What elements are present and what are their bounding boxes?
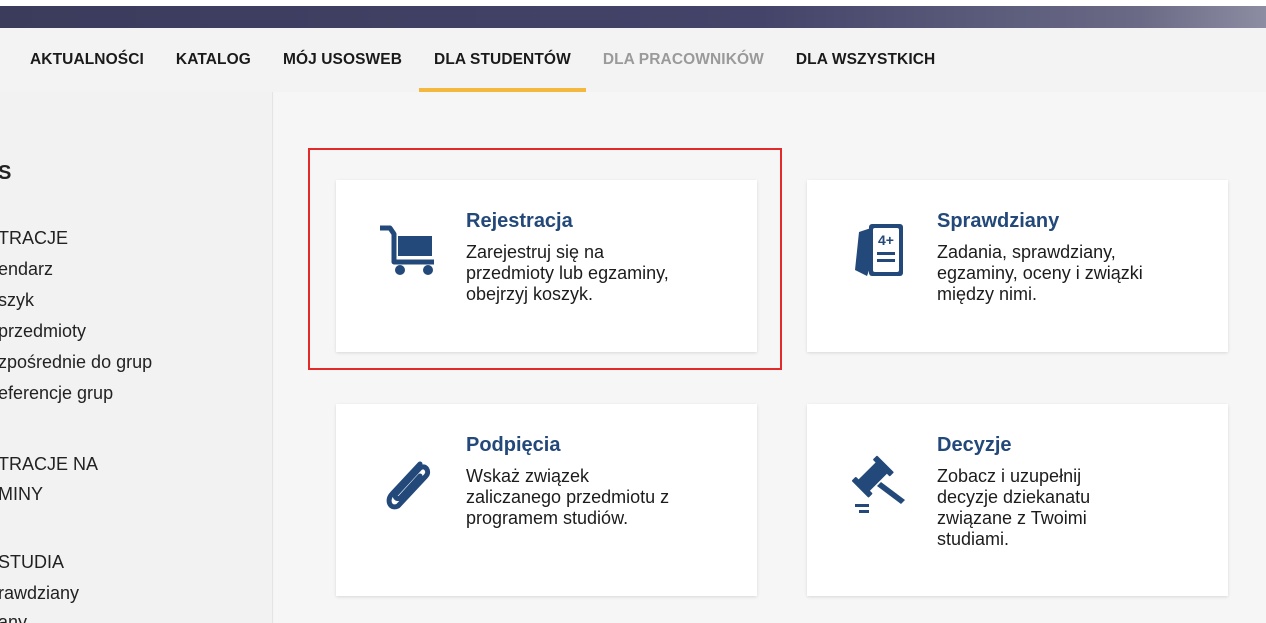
nav-aktualnosci[interactable]: AKTUALNOŚCI (30, 28, 144, 92)
tile-title: Rejestracja (466, 210, 573, 232)
sidebar-title: S (0, 162, 11, 185)
sidebar-item-preferencje-grup[interactable]: eferencje grup (0, 383, 113, 404)
tile-title: Sprawdziany (937, 210, 1060, 232)
nav-dla-wszystkich[interactable]: DLA WSZYSTKICH (796, 28, 935, 92)
nav-katalog[interactable]: KATALOG (176, 28, 251, 92)
tile-title: Decyzje (937, 434, 1012, 456)
sidebar: S TRACJE endarz szyk przedmioty zpośredn… (0, 92, 273, 623)
nav-moj-usosweb[interactable]: MÓJ USOSWEB (283, 28, 402, 92)
sidebar-item-kalendarz[interactable]: endarz (0, 259, 53, 280)
sidebar-item-egzaminy[interactable]: MINY (0, 484, 43, 505)
tile-decyzje[interactable]: Decyzje Zobacz i uzupełnij decyzje dziek… (807, 404, 1228, 596)
sidebar-item-bezposrednie-do-grup[interactable]: zpośrednie do grup (0, 352, 152, 373)
top-banner (0, 0, 1266, 28)
tile-description: Zobacz i uzupełnij decyzje dziekanatu zw… (937, 466, 1091, 549)
svg-text:4+: 4+ (878, 232, 894, 248)
sidebar-item-sprawdziany[interactable]: rawdziany (0, 583, 79, 604)
gavel-icon (847, 452, 911, 516)
grade-sheet-icon: 4+ (847, 218, 911, 282)
paperclip-icon (376, 452, 440, 516)
tile-sprawdziany[interactable]: 4+ Sprawdziany Zadania, sprawdziany, egz… (807, 180, 1228, 352)
tile-podpiecia[interactable]: Podpięcia Wskaż związek zaliczanego prze… (336, 404, 757, 596)
main-nav: AKTUALNOŚCI KATALOG MÓJ USOSWEB DLA STUD… (0, 28, 1266, 92)
cart-icon (376, 218, 440, 282)
nav-dla-studentow[interactable]: DLA STUDENTÓW (419, 28, 586, 92)
sidebar-section-rejestracje-na[interactable]: TRACJE NA (0, 454, 98, 475)
nav-dla-pracownikow[interactable]: DLA PRACOWNIKÓW (603, 28, 764, 92)
sidebar-section-studia[interactable]: STUDIA (0, 552, 64, 573)
tile-title: Podpięcia (466, 434, 561, 456)
sidebar-item-przedmioty[interactable]: przedmioty (0, 321, 86, 342)
tile-description: Zadania, sprawdziany, egzaminy, oceny i … (937, 242, 1143, 304)
sidebar-item-oceny[interactable]: any (0, 612, 27, 623)
tile-description: Zarejestruj się na przedmioty lub egzami… (466, 242, 669, 304)
tile-description: Wskaż związek zaliczanego przedmiotu z p… (466, 466, 670, 528)
tile-rejestracja[interactable]: Rejestracja Zarejestruj się na przedmiot… (336, 180, 757, 352)
sidebar-section-rejestracje[interactable]: TRACJE (0, 228, 68, 249)
main-content: Rejestracja Zarejestruj się na przedmiot… (274, 92, 1266, 623)
sidebar-item-koszyk[interactable]: szyk (0, 290, 34, 311)
